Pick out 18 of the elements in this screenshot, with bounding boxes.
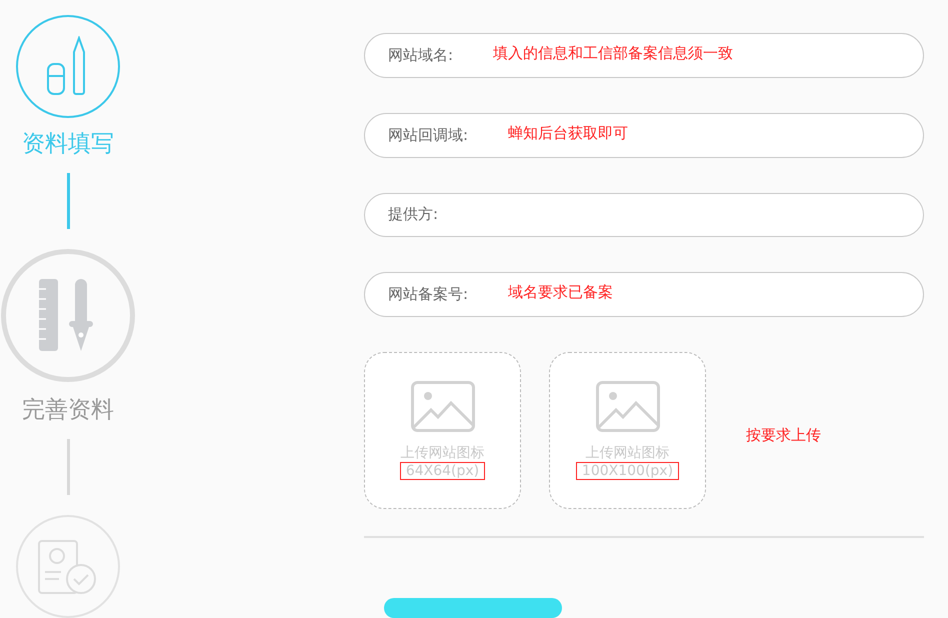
id-document-icon	[37, 538, 99, 595]
annotation-note: 填入的信息和工信部备案信息须一致	[493, 44, 734, 63]
field-label: 网站回调域:	[388, 126, 468, 145]
step-label: 资料填写	[22, 130, 114, 159]
input-field[interactable]: 网站回调域: 蝉知后台获取即可	[364, 112, 924, 158]
input-field[interactable]: 网站域名: 填入的信息和工信部备案信息须一致	[364, 33, 924, 78]
field-label: 提供方:	[388, 205, 438, 224]
field-label: 网站域名:	[388, 46, 454, 65]
step-label: 完善资料	[22, 396, 114, 425]
image-icon	[596, 381, 660, 432]
input-field[interactable]: 网站备案号: 域名要求已备案	[364, 272, 924, 318]
annotation-note: 域名要求已备案	[508, 283, 614, 302]
annotation-note: 蝉知后台获取即可	[508, 124, 628, 143]
field-label: 网站备案号:	[388, 285, 468, 304]
input-field[interactable]: 提供方:	[364, 192, 924, 238]
annotation-note: 按要求上传	[746, 426, 821, 446]
submit-button[interactable]	[384, 598, 562, 618]
image-icon	[410, 381, 474, 432]
